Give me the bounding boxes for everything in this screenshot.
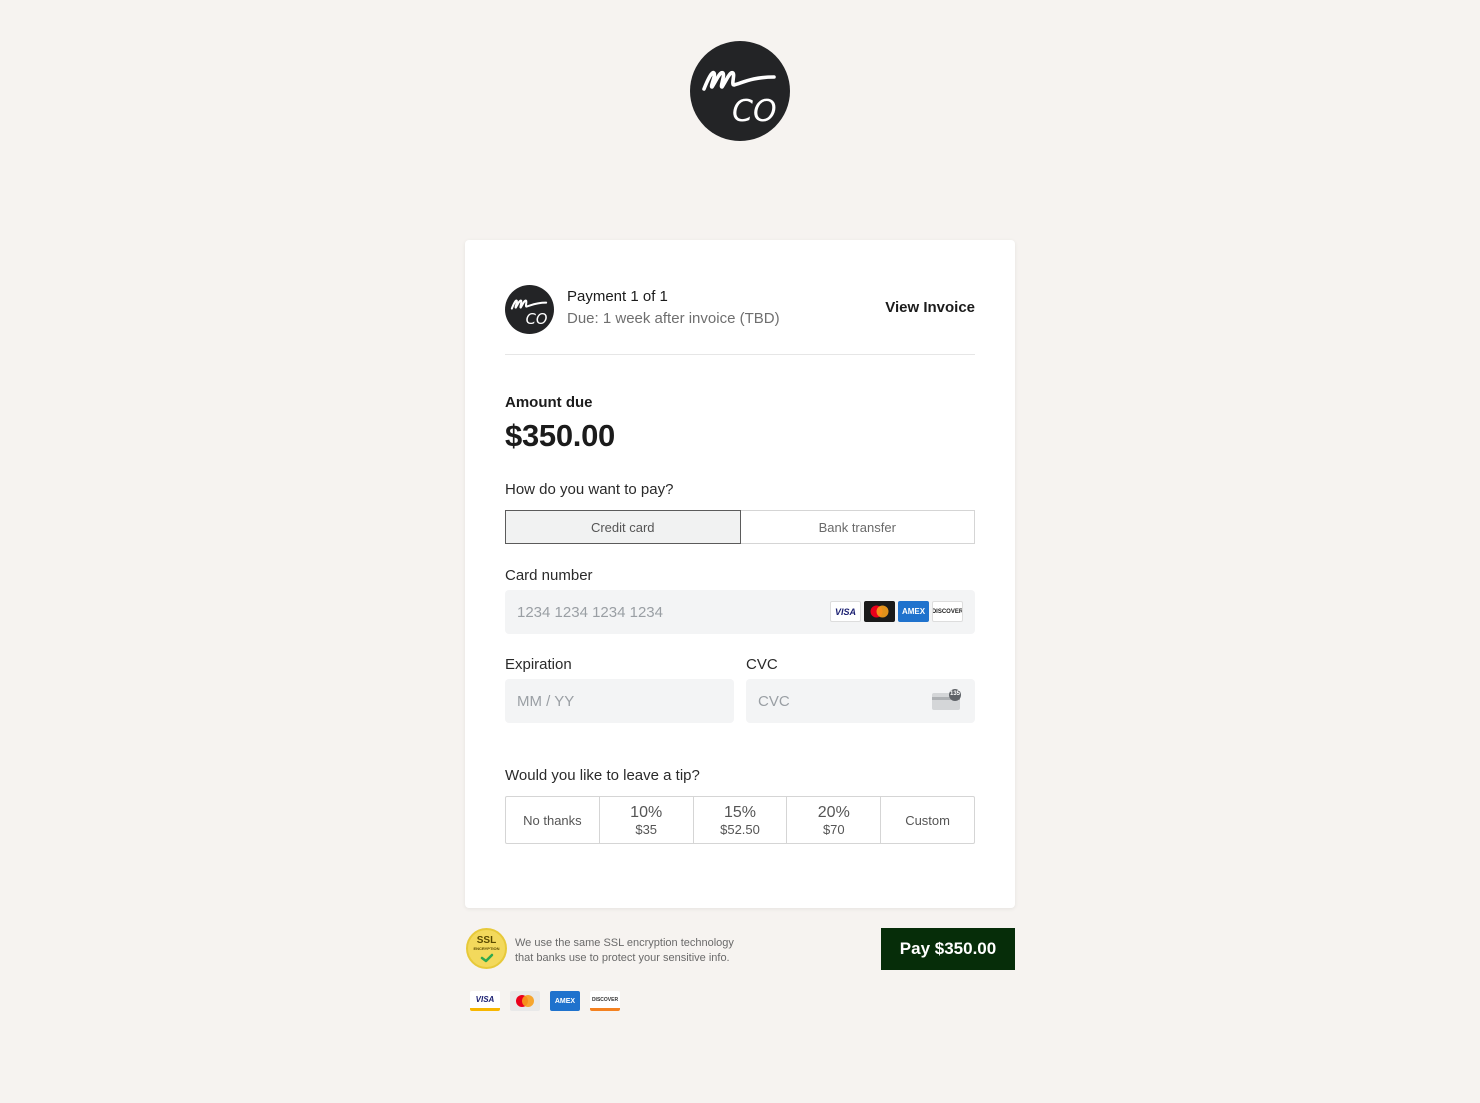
ssl-security-note: We use the same SSL encryption technolog… bbox=[515, 936, 734, 966]
tip-percent: 20% bbox=[817, 803, 850, 821]
card-brand-icons: VISA AMEX DISCOVER bbox=[830, 601, 963, 622]
cvc-card-icon: 135 bbox=[932, 689, 962, 711]
ssl-badge-icon: SSL ENCRYPTION bbox=[466, 928, 507, 969]
amount-due-value: $350.00 bbox=[505, 418, 615, 453]
brand-logo: CO bbox=[690, 41, 790, 141]
mastercard-icon bbox=[864, 601, 895, 622]
discover-icon: DISCOVER bbox=[590, 991, 620, 1011]
mco-logo-icon: CO bbox=[702, 70, 777, 129]
expiration-label: Expiration bbox=[505, 656, 572, 673]
svg-text:CO: CO bbox=[526, 311, 548, 328]
view-invoice-link[interactable]: View Invoice bbox=[885, 299, 975, 316]
tip-10-button[interactable]: 10% $35 bbox=[598, 797, 693, 843]
discover-icon: DISCOVER bbox=[932, 601, 963, 622]
amex-icon: AMEX bbox=[550, 991, 580, 1011]
tip-amount: $52.50 bbox=[720, 821, 760, 837]
card-number-input[interactable]: 1234 1234 1234 1234 VISA AMEX DISCOVER bbox=[505, 590, 975, 634]
tip-no-thanks-button[interactable]: No thanks bbox=[506, 797, 599, 843]
tip-option-label: Custom bbox=[905, 812, 950, 828]
payment-method-question: How do you want to pay? bbox=[505, 481, 674, 498]
payment-due-date: Due: 1 week after invoice (TBD) bbox=[567, 310, 780, 327]
expiration-input[interactable]: MM / YY bbox=[505, 679, 734, 723]
svg-text:CO: CO bbox=[732, 94, 777, 129]
tip-amount: $70 bbox=[822, 821, 845, 837]
payment-method-toggle: Credit card Bank transfer bbox=[505, 510, 975, 544]
tip-amount: $35 bbox=[635, 821, 658, 837]
amount-due-label: Amount due bbox=[505, 394, 593, 411]
bank-transfer-option[interactable]: Bank transfer bbox=[740, 510, 975, 544]
card-number-label: Card number bbox=[505, 567, 593, 584]
expiration-placeholder: MM / YY bbox=[517, 692, 575, 710]
ssl-note-line-1: We use the same SSL encryption technolog… bbox=[515, 937, 734, 949]
tip-15-button[interactable]: 15% $52.50 bbox=[692, 797, 787, 843]
check-icon bbox=[480, 953, 494, 963]
ssl-badge-text: SSL bbox=[476, 935, 497, 946]
payment-title: Payment 1 of 1 bbox=[567, 288, 668, 305]
tip-option-label: No thanks bbox=[523, 812, 582, 828]
cvc-placeholder: CVC bbox=[758, 692, 790, 710]
accepted-cards: VISA AMEX DISCOVER bbox=[470, 991, 620, 1011]
visa-icon: VISA bbox=[830, 601, 861, 622]
credit-card-option[interactable]: Credit card bbox=[505, 510, 741, 544]
tip-percent: 15% bbox=[723, 803, 756, 821]
tip-percent: 10% bbox=[630, 803, 663, 821]
cvc-icon-number: 135 bbox=[949, 691, 960, 697]
merchant-avatar: CO bbox=[505, 285, 554, 334]
pay-button[interactable]: Pay $350.00 bbox=[881, 928, 1015, 970]
tip-question: Would you like to leave a tip? bbox=[505, 767, 700, 784]
cvc-label: CVC bbox=[746, 656, 778, 673]
mastercard-icon bbox=[510, 991, 540, 1011]
tip-20-button[interactable]: 20% $70 bbox=[786, 797, 880, 843]
mco-logo-icon: CO bbox=[510, 299, 548, 328]
visa-icon: VISA bbox=[470, 991, 500, 1011]
payment-card: CO Payment 1 of 1 Due: 1 week after invo… bbox=[465, 240, 1015, 908]
ssl-badge-subtext: ENCRYPTION bbox=[473, 946, 500, 951]
tip-options: No thanks 10% $35 15% $52.50 20% $70 Cus… bbox=[505, 796, 975, 844]
amex-icon: AMEX bbox=[898, 601, 929, 622]
tip-custom-button[interactable]: Custom bbox=[880, 797, 974, 843]
payment-header: CO Payment 1 of 1 Due: 1 week after invo… bbox=[505, 284, 975, 355]
cvc-input[interactable]: CVC 135 bbox=[746, 679, 975, 723]
ssl-note-line-2: that banks use to protect your sensitive… bbox=[515, 952, 730, 964]
card-number-placeholder: 1234 1234 1234 1234 bbox=[517, 603, 663, 621]
